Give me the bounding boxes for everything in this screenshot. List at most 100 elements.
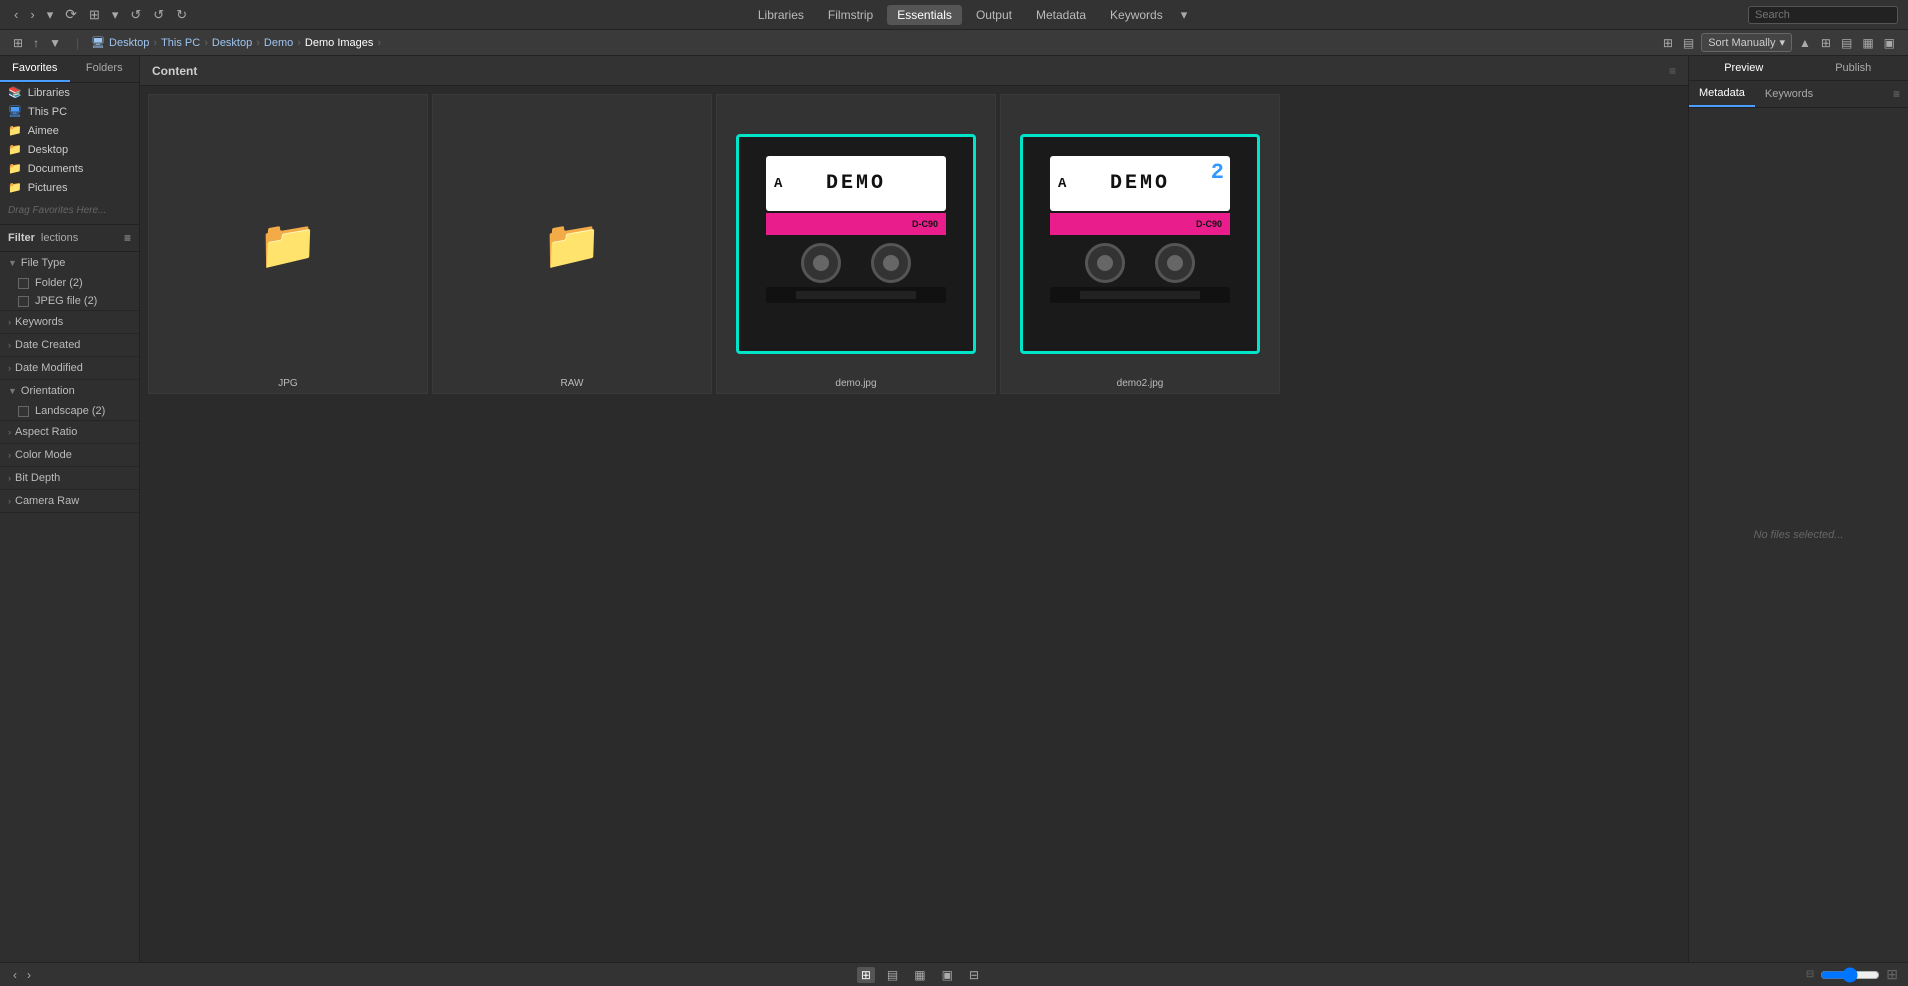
filter-group-orientation-header[interactable]: ▼ Orientation [0,380,139,402]
filter-group-colormode: › Color Mode [0,444,139,467]
filter-group-datecreated-header[interactable]: › Date Created [0,334,139,356]
redo-button[interactable]: ↻ [172,5,191,25]
bottom-back-button[interactable]: ‹ [10,967,20,983]
right-panel-top-tabs: Preview Publish [1689,56,1908,81]
bottom-forward-button[interactable]: › [24,967,34,983]
cassette-1-tape-area [766,287,946,303]
copy-button[interactable]: ⊞ [85,5,104,25]
demo-jpg-label: demo.jpg [835,378,876,389]
filter-group-aspectratio-header[interactable]: › Aspect Ratio [0,421,139,443]
grid-item-raw-folder[interactable]: 📁 RAW [432,94,712,394]
thumbnail-size-slider[interactable] [1820,967,1880,983]
right-tab-publish[interactable]: Publish [1799,56,1908,80]
tab-folders[interactable]: Folders [70,56,140,82]
sort-asc-button[interactable]: ↑ [30,35,42,51]
sort-dropdown[interactable]: Sort Manually ▾ [1701,33,1792,52]
refresh-button[interactable]: ↺ [126,5,145,25]
folder-checkbox[interactable] [18,278,29,289]
breadcrumb-sep-5: › [377,37,381,49]
sidebar-item-pictures[interactable]: 📁 Pictures [0,178,139,197]
back-button[interactable]: ‹ [10,5,22,24]
datecreated-chevron-icon: › [8,340,11,350]
breadcrumb-thispc[interactable]: This PC [161,37,200,49]
nav-output[interactable]: Output [966,5,1022,25]
sidebar-item-aimee[interactable]: 📁 Aimee [0,121,139,140]
filter-group-aspectratio: › Aspect Ratio [0,421,139,444]
cassette-2-image: A DEMO 2 D-C90 [1020,134,1260,354]
right-meta-tab-keywords[interactable]: Keywords [1755,82,1823,106]
jpeg-filter-label: JPEG file (2) [35,295,97,307]
bottom-list-view-button[interactable]: ▤ [883,967,902,983]
right-meta-tab-metadata[interactable]: Metadata [1689,81,1755,107]
tab-favorites[interactable]: Favorites [0,56,70,82]
filter-group-bitdepth-header[interactable]: › Bit Depth [0,467,139,489]
filter-panel: Filter lections ≡ ▼ File Type Folder (2)… [0,224,139,962]
filter-group-filetype: ▼ File Type Folder (2) JPEG file (2) [0,252,139,311]
right-tab-preview[interactable]: Preview [1689,56,1799,80]
bottom-column-view-button[interactable]: ▣ [938,967,957,983]
breadcrumb-desktop2[interactable]: Desktop [212,37,252,49]
filter-header: Filter lections ≡ [0,224,139,252]
sidebar-item-libraries[interactable]: 📚 Libraries [0,83,139,102]
bottom-filmstrip-view-button[interactable]: ⊟ [965,967,983,983]
grid-view-button[interactable]: ⊞ [1818,35,1834,51]
list-view-button[interactable]: ▤ [1838,35,1855,51]
cassette-2-side: A [1058,176,1066,192]
details-view-button[interactable]: ▦ [1859,35,1876,51]
jpg-folder-icon: 📁 [258,216,318,273]
filter-group-cameraraw-header[interactable]: › Camera Raw [0,490,139,512]
sidebar-item-desktop[interactable]: 📁 Desktop [0,140,139,159]
grid-item-jpg-folder[interactable]: 📁 JPG [148,94,428,394]
forward-button[interactable]: › [26,5,38,24]
sidebar-item-documents[interactable]: 📁 Documents [0,159,139,178]
cassette-2-reel-right [1155,243,1195,283]
filter-item-landscape: Landscape (2) [0,402,139,420]
view-mode-button[interactable]: ⊞ [10,35,26,51]
cassette-1-label: A DEMO [766,156,946,211]
nav-metadata[interactable]: Metadata [1026,5,1096,25]
right-meta-menu-icon[interactable]: ≡ [1885,83,1908,105]
jpeg-checkbox[interactable] [18,296,29,307]
nav-filmstrip[interactable]: Filmstrip [818,5,883,25]
breadcrumb-demoimages[interactable]: Demo Images [305,37,373,49]
filter-group-filetype-header[interactable]: ▼ File Type [0,252,139,274]
filter-group-keywords-header[interactable]: › Keywords [0,311,139,333]
filter-sections-link[interactable]: lections [41,232,78,244]
nav-essentials[interactable]: Essentials [887,5,962,25]
filter-group-colormode-header[interactable]: › Color Mode [0,444,139,466]
menu-more-button[interactable]: ▾ [1177,5,1192,25]
breadcrumb-demo[interactable]: Demo [264,37,293,49]
column-view-button[interactable]: ▣ [1881,35,1898,51]
sidebar-item-thispc[interactable]: 🖥 This PC [0,102,139,121]
grid-item-demo-jpg[interactable]: A DEMO D-C90 [716,94,996,394]
nav-keywords[interactable]: Keywords [1100,5,1173,25]
filter-menu-icon[interactable]: ≡ [124,231,131,245]
nav-dropdown-button[interactable]: ▾ [43,5,58,25]
search-input[interactable] [1748,6,1898,24]
recent-button[interactable]: ⟳ [61,4,81,25]
nav-libraries[interactable]: Libraries [748,5,814,25]
grid-item-demo2-jpg[interactable]: A DEMO 2 D-C90 [1000,94,1280,394]
filter-group-datemodified-header[interactable]: › Date Modified [0,357,139,379]
aspectratio-chevron-icon: › [8,427,11,437]
landscape-checkbox[interactable] [18,406,29,417]
content-header: Content ≡ [140,56,1688,86]
filter-button[interactable]: ▼ [46,35,64,51]
sort-up-button[interactable]: ▲ [1796,35,1814,51]
cassette-2-reel-left [1085,243,1125,283]
cassette-1-inner: A DEMO D-C90 [746,144,966,344]
view-list-button[interactable]: ▤ [1680,35,1697,51]
breadcrumb-desktop[interactable]: 🖥 Desktop [91,36,149,49]
filter-group-orientation: ▼ Orientation Landscape (2) [0,380,139,421]
nav-controls: ‹ › ▾ ⟳ ⊞ ▾ ↺ ↺ ↻ [10,4,191,25]
bottom-detail-view-button[interactable]: ▦ [910,967,929,983]
content-menu-icon[interactable]: ≡ [1669,64,1676,78]
bottom-grid-view-button[interactable]: ⊞ [857,967,875,983]
aspectratio-label: Aspect Ratio [15,426,77,438]
datecreated-label: Date Created [15,339,80,351]
view-icons-button[interactable]: ⊞ [1660,35,1676,51]
undo-button[interactable]: ↺ [149,5,168,25]
jpg-folder-label: JPG [278,378,297,389]
left-sidebar: Favorites Folders 📚 Libraries 🖥 This PC … [0,56,140,962]
copy-dropdown[interactable]: ▾ [108,5,123,25]
